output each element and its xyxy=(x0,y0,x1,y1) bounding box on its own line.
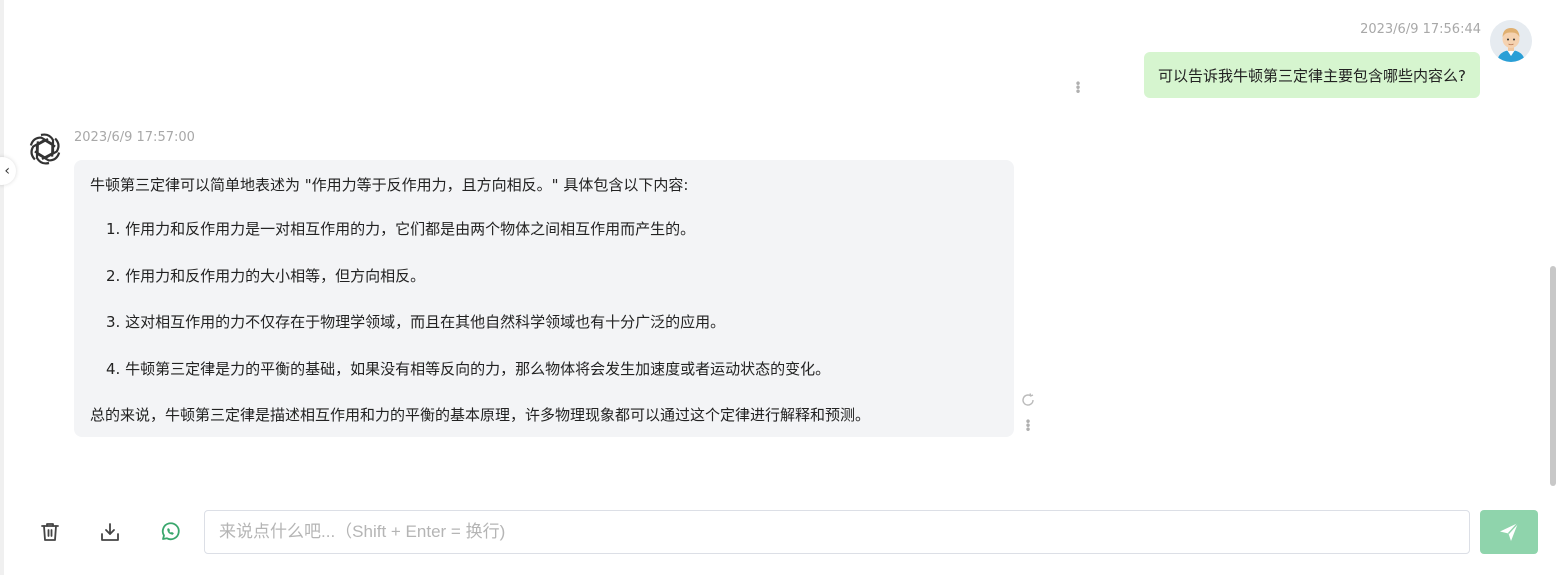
bot-message-list: 1. 作用力和反作用力是一对相互作用的力，它们都是由两个物体之间相互作用而产生的… xyxy=(106,218,830,404)
user-message-bubble: 可以告诉我牛顿第三定律主要包含哪些内容么? xyxy=(1144,52,1480,98)
sidebar-edge xyxy=(0,0,4,575)
user-message-text: 可以告诉我牛顿第三定律主要包含哪些内容么? xyxy=(1158,66,1466,85)
send-icon xyxy=(1500,522,1519,541)
user-avatar xyxy=(1490,20,1532,62)
bot-message-summary: 总的来说，牛顿第三定律是描述相互作用和力的平衡的基本原理，许多物理现象都可以通过… xyxy=(90,406,871,424)
bot-message-more-icon[interactable]: • • • xyxy=(1024,416,1032,436)
bot-message-timestamp: 2023/6/9 17:57:00 xyxy=(74,130,195,145)
mode-toggle-button[interactable] xyxy=(155,517,185,547)
list-item: 2. 作用力和反作用力的大小相等，但方向相反。 xyxy=(106,266,426,285)
list-item: 4. 牛顿第三定律是力的平衡的基础，如果没有相等反向的力，那么物体将会发生加速度… xyxy=(106,359,831,378)
user-message-timestamp: 2023/6/9 17:56:44 xyxy=(1360,22,1481,37)
refresh-icon[interactable] xyxy=(1020,392,1036,408)
bot-message-bubble: 牛顿第三定律可以简单地表述为 "作用力等于反作用力，且方向相反。" 具体包含以下… xyxy=(74,160,1014,437)
send-button[interactable] xyxy=(1480,510,1538,554)
chevron-left-icon: ‹ xyxy=(4,163,10,179)
whatsapp-icon xyxy=(161,522,180,541)
export-chat-button[interactable] xyxy=(95,517,125,547)
list-item: 3. 这对相互作用的力不仅存在于物理学领域，而且在其他自然科学领域也有十分广泛的… xyxy=(106,313,726,331)
list-item: 1. 作用力和反作用力是一对相互作用的力，它们都是由两个物体之间相互作用而产生的… xyxy=(106,220,696,238)
scrollbar-thumb[interactable] xyxy=(1550,266,1556,486)
user-message-more-icon[interactable]: • • • xyxy=(1074,78,1082,98)
chat-input[interactable] xyxy=(204,510,1470,554)
chat-scrollbar[interactable] xyxy=(1548,0,1558,490)
openai-logo-icon xyxy=(26,130,64,168)
bot-message-intro: 牛顿第三定律可以简单地表述为 "作用力等于反作用力，且方向相反。" 具体包含以下… xyxy=(90,176,689,194)
trash-icon xyxy=(41,523,59,541)
collapse-sidebar-button[interactable]: ‹ xyxy=(0,157,16,185)
clear-chat-button[interactable] xyxy=(35,517,65,547)
download-icon xyxy=(101,523,119,541)
